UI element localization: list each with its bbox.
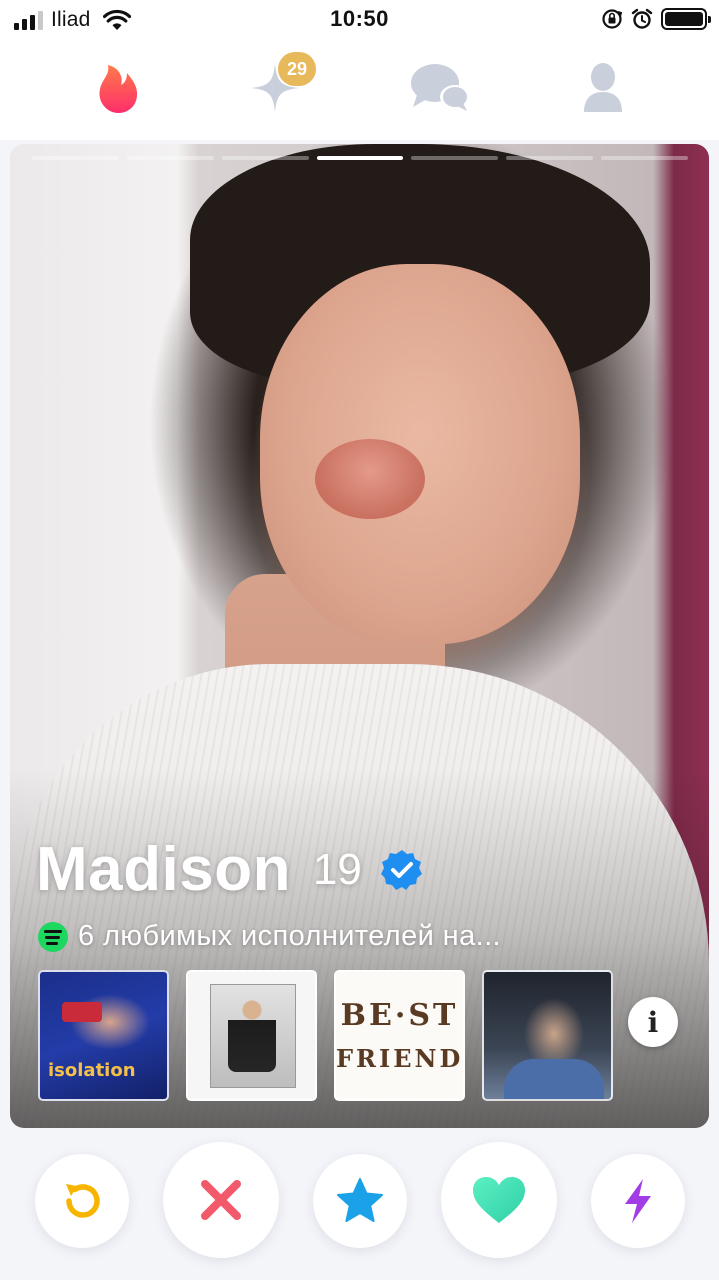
verified-badge-icon [380,849,422,890]
photo-face [260,264,580,644]
battery-icon [661,8,711,30]
artist-cover-text: FRIEND [336,1044,464,1073]
status-bar: Iliad 10:50 [0,0,719,40]
lightning-icon [625,1179,651,1223]
profile-name: Madison [36,835,291,904]
spotify-artists-list: isolation BE·ST FRIEND [38,970,613,1101]
heart-icon [473,1177,525,1223]
photo-lips [315,439,425,519]
alarm-icon [631,8,653,29]
user-icon [584,63,622,112]
artist-cover[interactable]: isolation [38,970,169,1101]
nav-profile[interactable] [568,58,638,118]
nav-explore[interactable]: 29 [240,52,316,118]
chat-bubbles-icon [411,64,470,111]
rewind-icon [66,1184,100,1218]
spotify-anthem-row[interactable]: 6 любимых исполнителей на... [38,920,501,953]
notification-badge: 29 [278,52,316,86]
top-navigation: 29 [0,40,719,140]
super-like-button[interactable] [313,1154,407,1248]
nav-swipe[interactable] [82,58,152,118]
artist-cover[interactable] [482,970,613,1101]
nope-button[interactable] [163,1142,279,1258]
rewind-button[interactable] [35,1154,129,1248]
photo-progress-segment[interactable] [221,156,309,160]
spotify-artists-label: 6 любимых исполнителей на... [78,920,501,952]
star-icon [337,1178,383,1222]
photo-progress-segment[interactable] [32,156,119,160]
photo-progress-segment[interactable] [506,156,594,160]
status-right [601,8,711,30]
boost-button[interactable] [591,1154,685,1248]
artist-cover-text: isolation [48,1060,136,1081]
profile-age: 19 [312,844,362,894]
photo-progress-segment[interactable] [126,156,214,160]
info-button[interactable]: i [628,997,678,1047]
photo-progress-segment[interactable] [601,156,689,160]
photo-progress-segment[interactable] [316,156,404,160]
like-button[interactable] [441,1142,557,1258]
profile-card[interactable]: Madison 19 6 любимых исполнителей на... … [10,144,709,1128]
photo-progress-segment[interactable] [411,156,499,160]
artist-cover[interactable]: BE·ST FRIEND [334,970,465,1101]
artist-cover[interactable] [186,970,317,1101]
spotify-icon [38,921,68,952]
flame-icon [99,65,138,113]
artist-cover-text: BE·ST [340,998,459,1033]
photo-progress-bars [32,156,689,162]
close-icon [201,1180,241,1220]
orientation-lock-icon [602,9,623,29]
action-bar [0,1140,719,1260]
name-row: Madison 19 [36,834,424,905]
nav-messages[interactable] [405,58,475,118]
